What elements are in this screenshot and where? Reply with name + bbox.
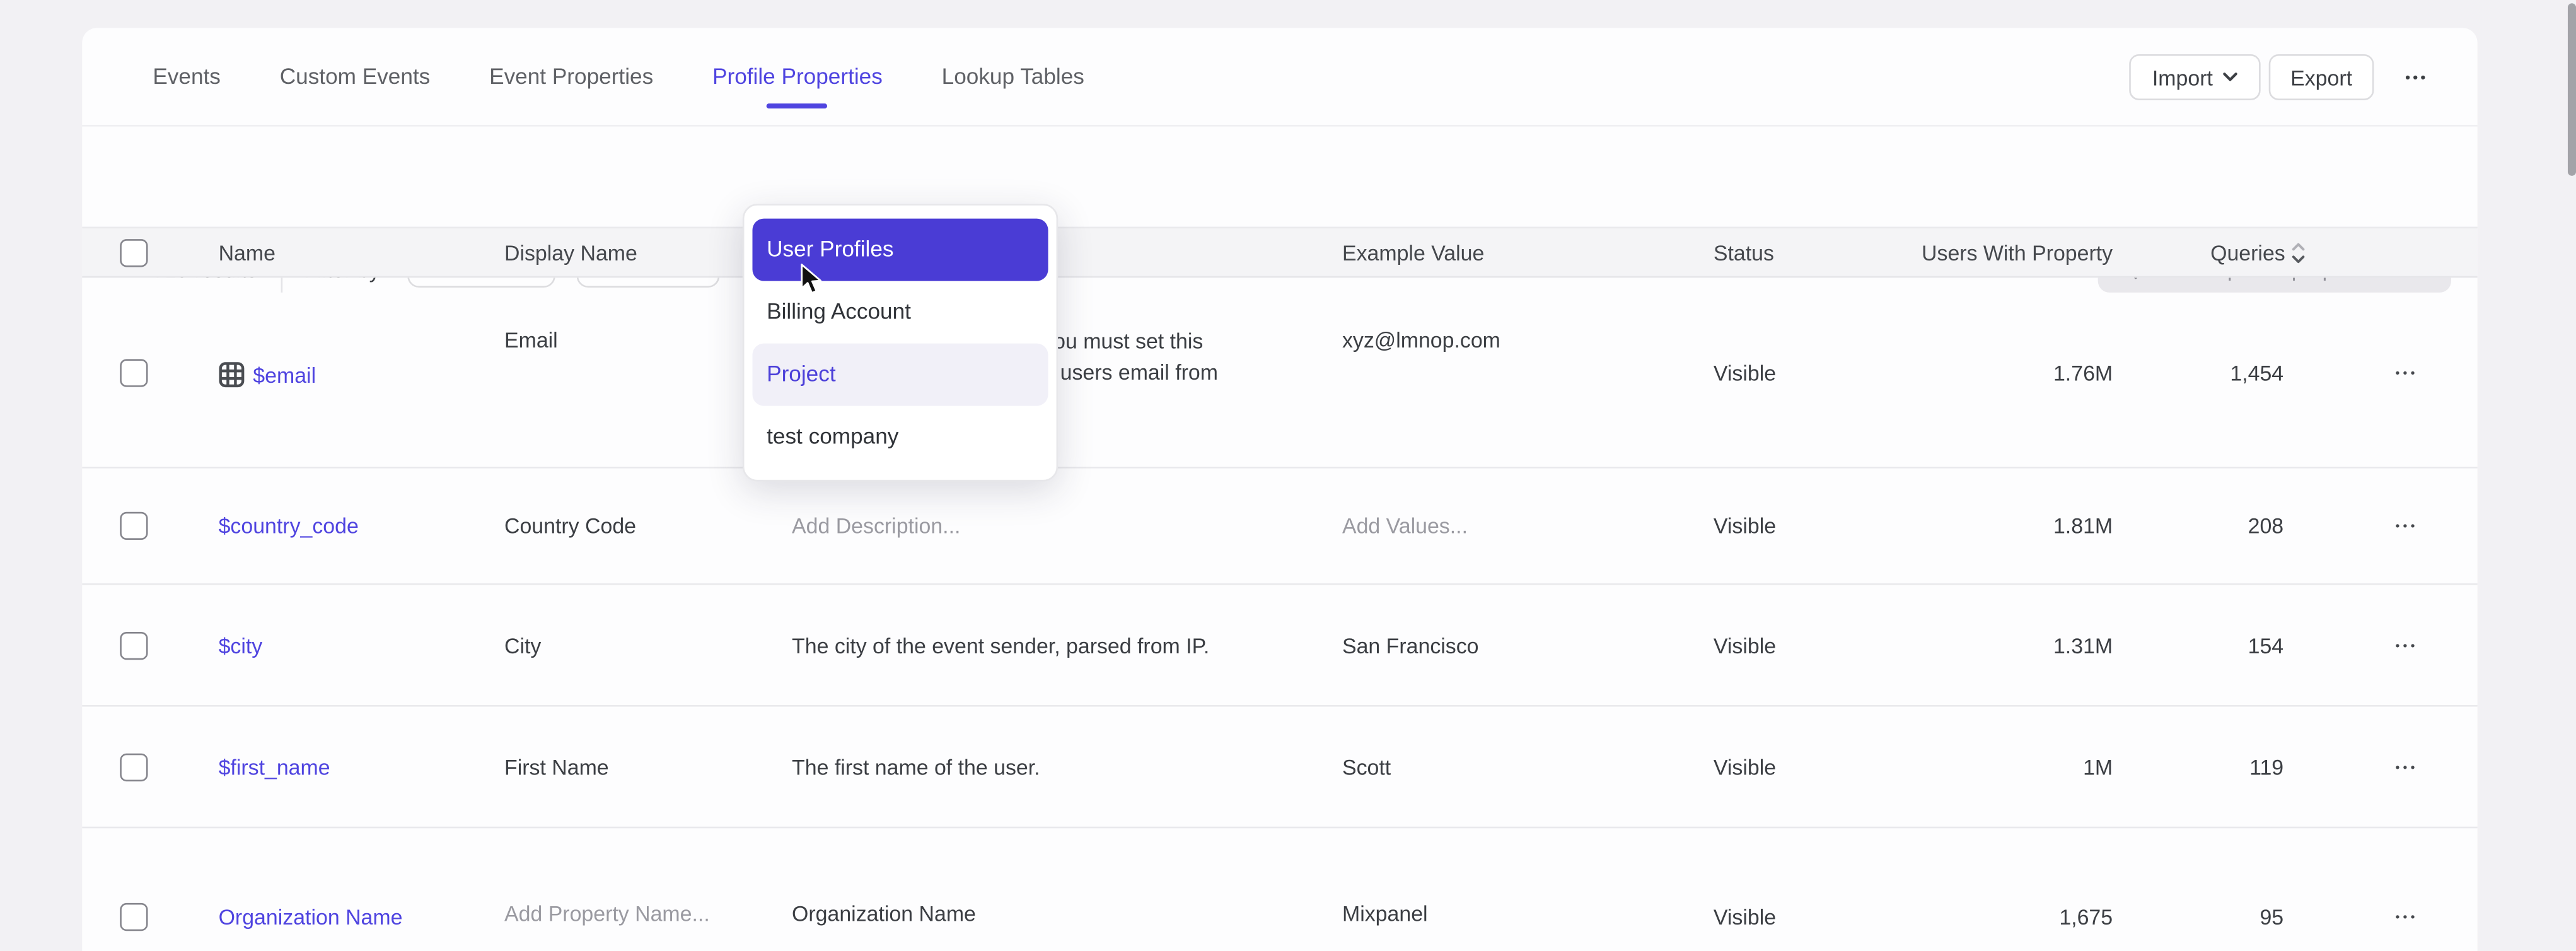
header-queries-sort[interactable]: Queries <box>2037 240 2305 264</box>
row-checkbox[interactable] <box>120 358 148 386</box>
table-row: Organization Name Add Property Name... O… <box>82 828 2477 951</box>
scrollbar-thumb[interactable] <box>2568 3 2576 176</box>
sort-icon <box>2292 242 2305 263</box>
select-all-checkbox[interactable] <box>120 238 148 266</box>
table-row: $first_name First Name The first name of… <box>82 707 2477 829</box>
header-display-name: Display Name <box>504 240 637 264</box>
import-button[interactable]: Import <box>2129 54 2260 100</box>
display-name-cell[interactable]: Add Property Name... <box>504 901 710 926</box>
mouse-cursor-icon <box>800 263 825 296</box>
row-actions-button[interactable]: ••• <box>2382 909 2432 924</box>
tab-label: Events <box>153 64 221 89</box>
example-value-cell[interactable]: Scott <box>1342 754 1391 779</box>
description-cell[interactable]: The city of the event sender, parsed fro… <box>792 633 1337 657</box>
queries-cell: 119 <box>2037 754 2283 779</box>
row-checkbox[interactable] <box>120 752 148 780</box>
menu-item-user-profiles[interactable]: User Profiles <box>752 218 1048 280</box>
row-actions-button[interactable]: ••• <box>2382 638 2432 652</box>
header-example-value: Example Value <box>1342 240 1484 264</box>
status-cell[interactable]: Visible <box>1714 905 1776 930</box>
screen: Events Custom Events Event Properties Pr… <box>0 0 2576 951</box>
tab-bar: Events Custom Events Event Properties Pr… <box>82 28 2477 126</box>
header-name: Name <box>219 240 276 264</box>
property-name-link[interactable]: $country_code <box>219 513 359 538</box>
header-status: Status <box>1714 240 1774 264</box>
tab-label: Profile Properties <box>712 64 883 89</box>
example-value-cell[interactable]: San Francisco <box>1342 633 1479 657</box>
queries-cell: 95 <box>2037 905 2283 930</box>
tab-profile-properties[interactable]: Profile Properties <box>712 28 883 125</box>
status-cell[interactable]: Visible <box>1714 513 1776 538</box>
import-label: Import <box>2152 65 2213 90</box>
table-row: $email Email The user's email address. Y… <box>82 277 2477 468</box>
row-actions-button[interactable]: ••• <box>2382 518 2432 533</box>
row-checkbox[interactable] <box>120 631 148 659</box>
active-tab-underline <box>767 103 828 108</box>
tab-events[interactable]: Events <box>153 28 221 125</box>
profile-type-dropdown-menu: User Profiles Billing Account Project te… <box>742 203 1057 481</box>
queries-cell: 154 <box>2037 633 2283 657</box>
row-checkbox[interactable] <box>120 903 148 931</box>
queries-cell: 1,454 <box>2037 360 2283 385</box>
tab-custom-events[interactable]: Custom Events <box>280 28 431 125</box>
example-value-cell[interactable]: Add Values... <box>1342 513 1468 538</box>
property-name-link[interactable]: $email <box>219 361 316 388</box>
property-name-link[interactable]: Organization Name <box>219 905 403 930</box>
filter-row: 719 results Filter by All Status All Typ… <box>82 125 2477 227</box>
menu-item-project[interactable]: Project <box>752 342 1048 405</box>
row-actions-button[interactable]: ••• <box>2382 365 2432 380</box>
table-header: Name Display Name Description Example Va… <box>82 227 2477 278</box>
tab-label: Event Properties <box>489 64 653 89</box>
export-button[interactable]: Export <box>2269 54 2374 100</box>
header-queries-label: Queries <box>2210 240 2285 264</box>
table-grid-icon <box>219 361 245 388</box>
display-name-cell[interactable]: First Name <box>504 754 609 779</box>
property-name-text: $email <box>253 363 316 387</box>
description-cell[interactable]: The first name of the user. <box>792 754 1337 779</box>
menu-item-billing-account[interactable]: Billing Account <box>752 280 1048 342</box>
lexicon-panel: Events Custom Events Event Properties Pr… <box>82 28 2477 951</box>
row-actions-button[interactable]: ••• <box>2382 759 2432 774</box>
table-row: $country_code Country Code Add Descripti… <box>82 469 2477 585</box>
tab-label: Lookup Tables <box>942 64 1084 89</box>
property-name-link[interactable]: $first_name <box>219 754 330 779</box>
chevron-down-icon <box>2223 73 2237 83</box>
example-value-cell[interactable]: xyz@lmnop.com <box>1342 328 1500 353</box>
status-cell[interactable]: Visible <box>1714 754 1776 779</box>
example-value-cell[interactable]: Mixpanel <box>1342 901 1428 926</box>
tab-event-properties[interactable]: Event Properties <box>489 28 653 125</box>
property-name-link[interactable]: $city <box>219 633 263 657</box>
menu-item-test-company[interactable]: test company <box>752 405 1048 467</box>
tab-lookup-tables[interactable]: Lookup Tables <box>942 28 1084 125</box>
tab-label: Custom Events <box>280 64 431 89</box>
description-cell[interactable]: Organization Name <box>792 901 1337 926</box>
export-label: Export <box>2290 65 2352 90</box>
status-cell[interactable]: Visible <box>1714 633 1776 657</box>
display-name-cell[interactable]: City <box>504 633 541 657</box>
more-options-button[interactable]: ••• <box>2391 54 2443 100</box>
status-cell[interactable]: Visible <box>1714 360 1776 385</box>
queries-cell: 208 <box>2037 513 2283 538</box>
row-checkbox[interactable] <box>120 512 148 540</box>
display-name-cell[interactable]: Email <box>504 328 558 353</box>
description-cell[interactable]: Add Description... <box>792 513 1337 538</box>
display-name-cell[interactable]: Country Code <box>504 513 636 538</box>
table-row: $city City The city of the event sender,… <box>82 585 2477 707</box>
